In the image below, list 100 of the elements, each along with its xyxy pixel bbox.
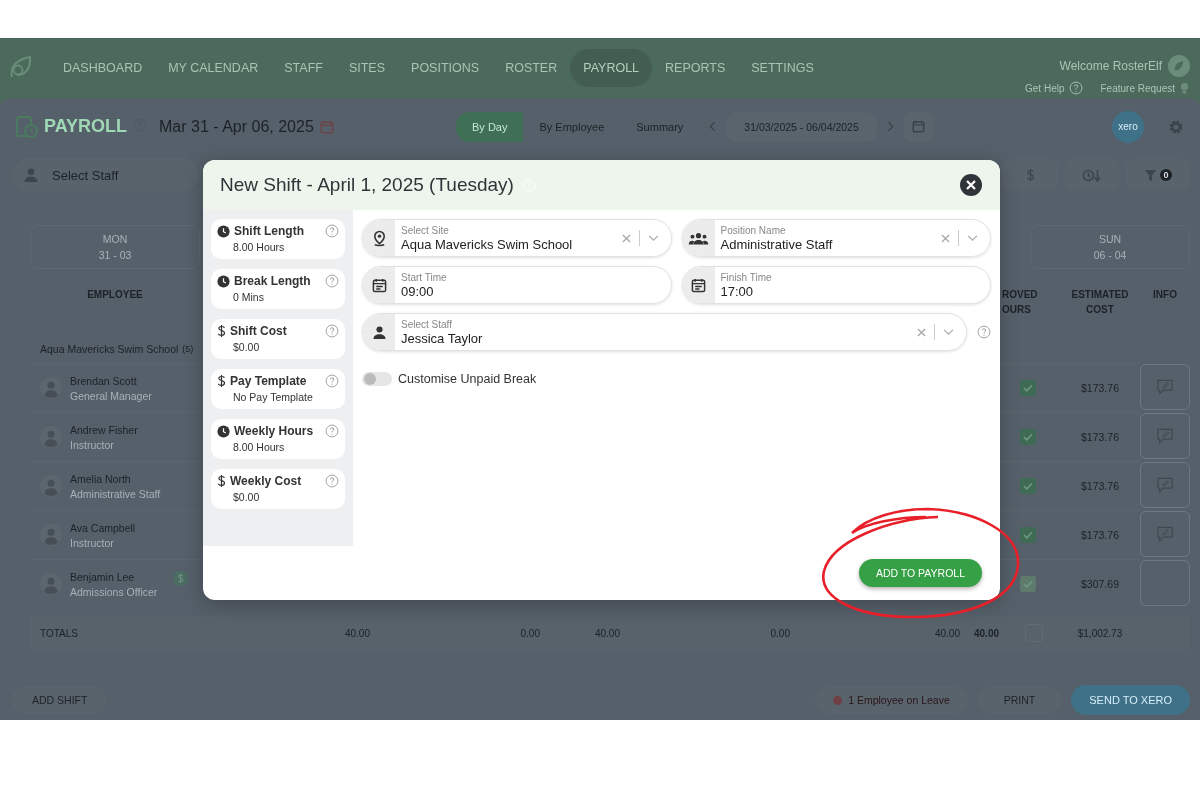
cost-cell: $173.76 bbox=[1081, 431, 1119, 443]
nav-item[interactable]: PAYROLL bbox=[570, 49, 653, 87]
clear-icon[interactable] bbox=[917, 327, 926, 337]
edit-note-icon[interactable] bbox=[1156, 526, 1174, 542]
stat-value: 8.00 Hours bbox=[233, 441, 286, 453]
group-name: Aqua Mavericks Swim School bbox=[40, 343, 179, 355]
toggle-switch[interactable] bbox=[362, 372, 392, 386]
xero-button[interactable]: xero bbox=[1112, 110, 1144, 143]
chevron-right-icon[interactable] bbox=[886, 121, 894, 132]
lightbulb-icon bbox=[1179, 81, 1190, 95]
stat-value: No Pay Template bbox=[233, 391, 314, 403]
check-icon bbox=[1023, 531, 1033, 539]
calendar-icon bbox=[912, 120, 926, 133]
clear-icon[interactable] bbox=[621, 233, 631, 243]
calendar-icon[interactable] bbox=[319, 119, 334, 134]
group-count: (5) bbox=[182, 344, 194, 354]
stat-value: $0.00 bbox=[233, 491, 261, 503]
check-icon bbox=[1023, 482, 1033, 490]
person-icon bbox=[372, 325, 386, 339]
help-icon[interactable] bbox=[325, 324, 339, 338]
help-icon[interactable] bbox=[325, 424, 339, 438]
cost-cell: $173.76 bbox=[1081, 529, 1119, 541]
date-range-field[interactable]: 31/03/2025 - 06/04/2025 bbox=[726, 111, 877, 142]
stat-value: 0 Mins bbox=[233, 291, 265, 303]
help-icon[interactable] bbox=[325, 274, 339, 288]
avatar-icon bbox=[40, 524, 62, 546]
employee-cell: Andrew Fisher Instructor bbox=[30, 412, 200, 461]
close-icon[interactable] bbox=[960, 174, 982, 196]
clock-sort-icon bbox=[1082, 167, 1102, 183]
get-help-link[interactable]: Get Help bbox=[1025, 82, 1065, 94]
nav-item[interactable]: REPORTS bbox=[652, 49, 739, 87]
edit-note-icon[interactable] bbox=[1156, 379, 1174, 395]
column-header: EMPLOYEE bbox=[86, 288, 144, 302]
employee-cell: Brendan Scott General Manager bbox=[30, 363, 200, 412]
nav-item[interactable]: STAFF bbox=[271, 49, 336, 87]
add-to-payroll-button[interactable]: ADD TO PAYROLL bbox=[858, 559, 982, 587]
chevron-down-icon[interactable] bbox=[647, 234, 659, 242]
approved-checkbox[interactable] bbox=[1020, 429, 1036, 445]
check-icon bbox=[1023, 433, 1033, 441]
stat-value: $0.00 bbox=[233, 341, 261, 353]
cost-cell: $307.69 bbox=[1081, 578, 1119, 590]
dollar-icon bbox=[217, 474, 226, 488]
stat-label: Pay Template bbox=[230, 374, 307, 388]
stat-label: Break Length bbox=[234, 274, 311, 288]
dollar-icon bbox=[1025, 168, 1035, 182]
edit-note-icon[interactable] bbox=[1156, 477, 1174, 493]
avatar-icon bbox=[40, 475, 62, 497]
check-icon bbox=[1023, 384, 1033, 392]
employee-cell: Benjamin Lee Admissions Officer bbox=[30, 559, 200, 608]
clock-icon bbox=[217, 274, 230, 288]
calendar-icon bbox=[691, 277, 706, 293]
stat-value: 8.00 Hours bbox=[233, 241, 286, 253]
dialog-title: New Shift - April 1, 2025 (Tuesday) bbox=[220, 174, 514, 196]
help-icon[interactable] bbox=[325, 474, 339, 488]
page-title: PAYROLL bbox=[44, 116, 127, 137]
settings-icon[interactable] bbox=[1168, 118, 1184, 135]
stat-label: Weekly Cost bbox=[230, 474, 302, 488]
send-to-xero-button[interactable]: SEND TO XERO bbox=[1071, 685, 1190, 715]
nav-item[interactable]: POSITIONS bbox=[398, 49, 493, 87]
approved-checkbox[interactable] bbox=[1020, 527, 1036, 543]
chevron-left-icon[interactable] bbox=[709, 121, 717, 132]
view-tab[interactable]: By Employee bbox=[523, 111, 621, 142]
stat-label: Weekly Hours bbox=[234, 424, 314, 438]
people-icon bbox=[688, 231, 709, 245]
clear-icon[interactable] bbox=[941, 233, 950, 243]
help-icon[interactable] bbox=[325, 374, 339, 388]
payroll-clock-icon bbox=[16, 115, 38, 138]
nav-item[interactable]: ROSTER bbox=[492, 49, 571, 87]
approved-checkbox[interactable] bbox=[1020, 478, 1036, 494]
avatar-icon bbox=[40, 573, 62, 595]
check-icon bbox=[1023, 580, 1033, 588]
view-tab[interactable]: Summary bbox=[620, 111, 700, 142]
column-header: ROVED OURS bbox=[1002, 288, 1039, 317]
help-icon[interactable] bbox=[1068, 81, 1083, 95]
nav-item[interactable]: SETTINGS bbox=[738, 49, 827, 87]
column-header: INFO bbox=[1152, 288, 1178, 302]
day-header: SUN 06 - 04 bbox=[1030, 225, 1190, 269]
nav-item[interactable]: SITES bbox=[335, 49, 399, 87]
avatar-icon bbox=[40, 377, 62, 399]
date-range: Mar 31 - Apr 06, 2025 bbox=[159, 117, 314, 136]
nav-item[interactable]: MY CALENDAR bbox=[155, 49, 272, 87]
employee-cell: Amelia North Administrative Staff bbox=[30, 461, 200, 510]
toggle-label: Customise Unpaid Break bbox=[398, 372, 537, 386]
day-header: MON 31 - 03 bbox=[30, 225, 200, 269]
user-avatar-icon[interactable] bbox=[1168, 55, 1190, 77]
stat-label: Shift Length bbox=[234, 224, 304, 238]
view-tab[interactable]: By Day bbox=[456, 111, 524, 142]
calendar-button[interactable] bbox=[903, 111, 934, 142]
dollar-badge-icon bbox=[173, 571, 188, 586]
nav-item[interactable]: DASHBOARD bbox=[50, 49, 156, 87]
approved-checkbox[interactable] bbox=[1020, 380, 1036, 396]
feature-request-link[interactable]: Feature Request bbox=[1100, 82, 1175, 94]
cost-cell: $173.76 bbox=[1081, 480, 1119, 492]
chevron-down-icon[interactable] bbox=[943, 328, 954, 336]
chevron-down-icon[interactable] bbox=[967, 234, 978, 242]
help-icon[interactable] bbox=[325, 224, 339, 238]
edit-note-icon[interactable] bbox=[1156, 428, 1174, 444]
help-icon[interactable] bbox=[977, 325, 991, 339]
calendar-icon bbox=[371, 277, 387, 293]
location-pin-icon bbox=[371, 229, 387, 247]
